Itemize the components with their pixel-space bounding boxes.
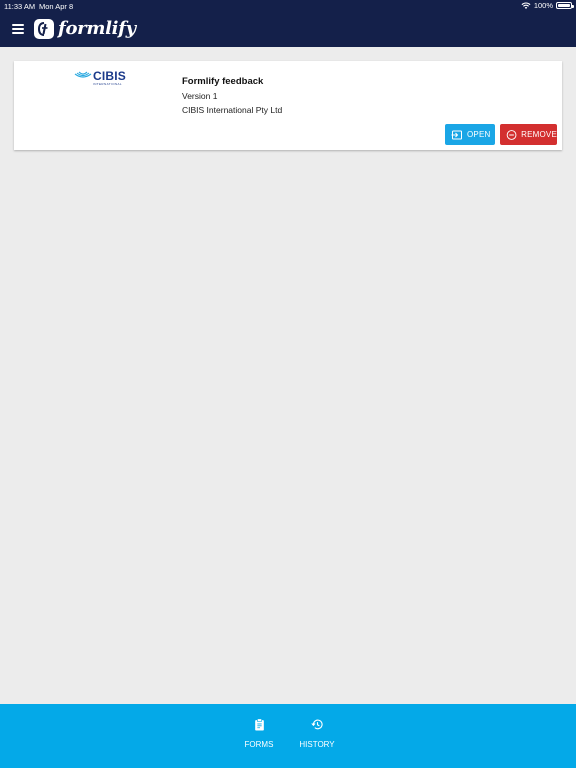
status-right: 100%: [521, 1, 574, 10]
open-button[interactable]: OPEN: [445, 124, 495, 145]
app-header: 11:33 AM Mon Apr 8 100% formlify: [0, 0, 576, 47]
logo-brand: CIBIS: [93, 69, 127, 83]
remove-circle-icon: [506, 129, 517, 140]
nav-history[interactable]: HISTORY: [287, 718, 347, 758]
form-card[interactable]: CIBIS INTERNATIONAL Formlify feedback Ve…: [14, 61, 562, 150]
hamburger-menu-icon[interactable]: [12, 24, 24, 34]
history-icon: [311, 719, 323, 730]
app-logo: formlify: [34, 18, 136, 39]
status-time: 11:33 AM: [4, 2, 36, 11]
battery-icon: [556, 2, 574, 9]
bottom-navigation: FORMS HISTORY: [0, 704, 576, 768]
cibis-wave-icon: [74, 71, 92, 78]
clipboard-icon: [255, 718, 264, 731]
status-date: Mon Apr 8: [39, 2, 74, 11]
formlify-logo-icon: [34, 18, 54, 39]
form-version: Version 1: [182, 91, 218, 101]
nav-forms[interactable]: FORMS: [229, 718, 289, 758]
open-button-label: OPEN: [467, 130, 491, 139]
open-icon: [451, 130, 462, 139]
nav-history-label: HISTORY: [299, 740, 335, 749]
form-organization: CIBIS International Pty Ltd: [182, 105, 283, 115]
logo-subtext: INTERNATIONAL: [93, 82, 122, 86]
organization-logo: CIBIS INTERNATIONAL: [74, 69, 134, 87]
status-bar: 11:33 AM Mon Apr 8 100%: [0, 0, 576, 12]
wifi-icon: [521, 2, 531, 9]
battery-percent: 100%: [533, 1, 553, 10]
form-title: Formlify feedback: [182, 76, 264, 87]
app-name: formlify: [58, 18, 136, 39]
nav-forms-label: FORMS: [244, 740, 274, 749]
remove-button-label: REMOVE: [521, 130, 557, 139]
remove-button[interactable]: REMOVE: [500, 124, 557, 145]
